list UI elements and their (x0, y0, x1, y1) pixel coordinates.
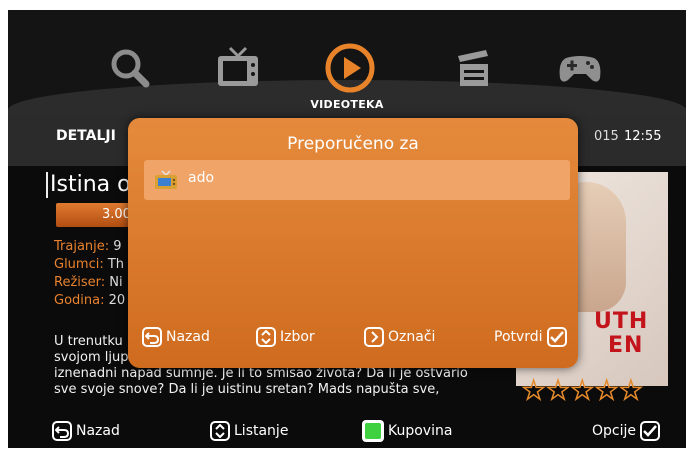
movie-title: Istina o (46, 172, 131, 198)
star-icon[interactable]: ★ (570, 377, 595, 405)
star-rating[interactable]: ★ ★ ★ ★ ★ (521, 377, 643, 405)
dialog-title: Preporučeno za (287, 134, 419, 154)
meta-actors: Glumci: Th (54, 257, 125, 272)
clock: 12:55 (624, 129, 662, 144)
meta-director: Režiser: Ni (54, 275, 123, 290)
up-down-icon (256, 327, 276, 347)
tv-icon (154, 170, 178, 194)
list-item-label: ado (188, 170, 215, 186)
search-icon[interactable] (104, 42, 156, 94)
back-button[interactable]: Nazad (52, 418, 120, 444)
dialog-back-button[interactable]: Nazad (142, 324, 210, 350)
chevron-right-icon (364, 327, 384, 347)
recommend-dialog: Preporučeno za ado Nazad Izbor Označi Po… (128, 118, 578, 368)
buy-button[interactable]: Kupovina (362, 418, 452, 444)
scroll-button[interactable]: Listanje (210, 418, 288, 444)
star-icon[interactable]: ★ (521, 377, 546, 405)
nav-section-title: VIDEOTEKA (310, 98, 384, 111)
meta-duration: Trajanje: 9 (54, 239, 122, 254)
tv-screen: VIDEOTEKA DETALJI 015 12:55 Istina o 3.0… (8, 10, 686, 448)
clapperboard-icon[interactable] (448, 42, 500, 94)
play-icon[interactable] (324, 42, 376, 94)
dialog-mark-button[interactable]: Označi (364, 324, 435, 350)
poster-title: UTH EN (594, 309, 649, 358)
date-text: 015 (594, 129, 619, 144)
meta-year: Godina: 20 (54, 293, 126, 308)
description-line: sve svoje snove? Da li je uistinu sretan… (54, 382, 440, 397)
up-down-icon (210, 421, 230, 441)
options-button[interactable]: Opcije (592, 418, 664, 444)
back-icon (52, 421, 72, 441)
back-icon (142, 327, 162, 347)
gamepad-icon[interactable] (554, 42, 606, 94)
description-line: iznenadni napad sumnje. Je li to smisao … (54, 366, 468, 381)
check-icon (546, 327, 567, 347)
check-icon (640, 421, 660, 441)
tv-icon[interactable] (212, 42, 264, 94)
green-key-icon (362, 420, 384, 442)
list-item[interactable]: ado (144, 160, 570, 200)
star-icon[interactable]: ★ (594, 377, 619, 405)
dialog-select-button[interactable]: Izbor (256, 324, 315, 350)
star-icon[interactable]: ★ (618, 377, 643, 405)
page-title: DETALJI (56, 128, 116, 144)
dialog-confirm-button[interactable]: Potvrdi (494, 324, 571, 350)
star-icon[interactable]: ★ (546, 377, 571, 405)
